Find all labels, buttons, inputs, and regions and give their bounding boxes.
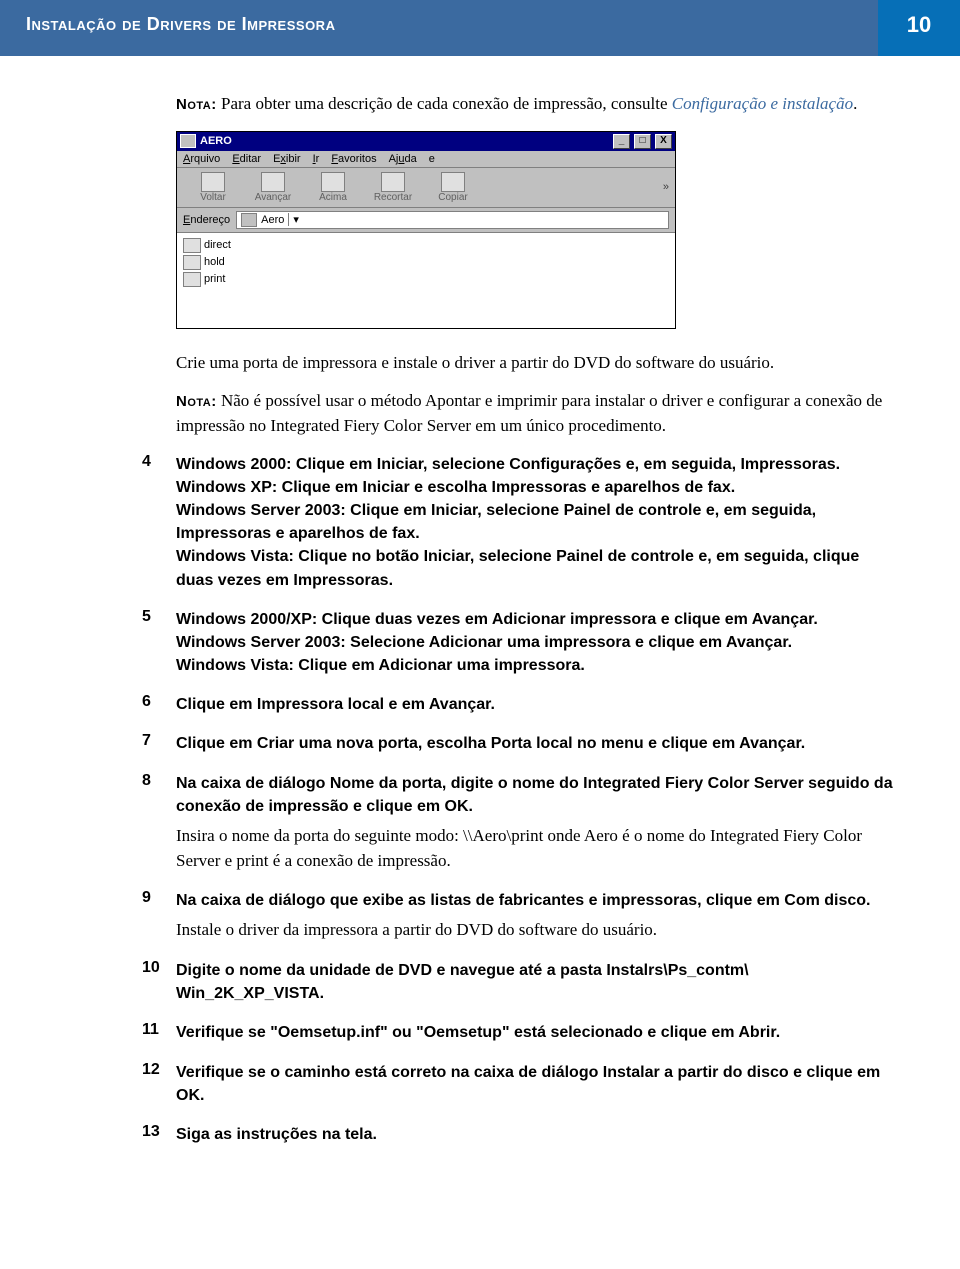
step-8: Na caixa de diálogo Nome da porta, digit…	[176, 772, 900, 874]
step-list: Windows 2000: Clique em Iniciar, selecio…	[176, 453, 900, 1147]
menu-favoritos[interactable]: Favoritos	[331, 153, 376, 165]
toolbar-up-button[interactable]: Acima	[303, 172, 363, 203]
printer-icon	[183, 255, 201, 270]
close-button[interactable]: X	[655, 134, 672, 149]
step-12: Verifique se o caminho está correto na c…	[176, 1061, 900, 1107]
step-4: Windows 2000: Clique em Iniciar, selecio…	[176, 453, 900, 592]
file-item[interactable]: print	[183, 271, 669, 288]
address-icon	[241, 213, 257, 227]
address-value: Aero	[261, 214, 284, 226]
step-10: Digite o nome da unidade de DVD e navegu…	[176, 959, 900, 1005]
intro-nota: Nota: Para obter uma descrição de cada c…	[176, 92, 900, 117]
step-9: Na caixa de diálogo que exibe as listas …	[176, 889, 900, 943]
page-content: Nota: Para obter uma descrição de cada c…	[0, 56, 960, 1202]
minimize-button[interactable]: _	[613, 134, 630, 149]
ie-logo-icon: e	[429, 153, 435, 165]
printer-icon	[183, 238, 201, 253]
address-input[interactable]: Aero ▾	[236, 211, 669, 229]
page-header: Instalação de Drivers de Impressora 10	[0, 0, 960, 56]
intro-nota-after: .	[853, 94, 857, 113]
header-title: Instalação de Drivers de Impressora	[0, 0, 878, 56]
menu-arquivo[interactable]: AArquivorquivo	[183, 153, 220, 165]
menu-ajuda[interactable]: Ajuda	[389, 153, 417, 165]
toolbar-forward-button[interactable]: Avançar	[243, 172, 303, 203]
copy-icon	[441, 172, 465, 192]
up-icon	[321, 172, 345, 192]
step-7: Clique em Criar uma nova porta, escolha …	[176, 732, 900, 755]
toolbar-copy-button[interactable]: Copiar	[423, 172, 483, 203]
address-bar: Endereço Aero ▾	[177, 208, 675, 233]
menu-exibir[interactable]: Exibir	[273, 153, 301, 165]
menu-editar[interactable]: Editar	[232, 153, 261, 165]
address-label: Endereço	[183, 214, 230, 226]
intro-nota-before: Para obter uma descrição de cada conexão…	[217, 94, 672, 113]
window-title: AERO	[200, 135, 232, 147]
back-icon	[201, 172, 225, 192]
explorer-window: AERO _ □ X AArquivorquivo Editar Exibir …	[176, 131, 676, 329]
toolbar-cut-button[interactable]: Recortar	[363, 172, 423, 203]
step-13: Siga as instruções na tela.	[176, 1123, 900, 1146]
nota-label: Nota:	[176, 393, 217, 410]
toolbar-back-button[interactable]: Voltar	[183, 172, 243, 203]
after-image-text: Crie uma porta de impressora e instale o…	[176, 351, 900, 376]
menu-ir[interactable]: Ir	[313, 153, 320, 165]
nota-2: Nota: Não é possível usar o método Apont…	[176, 389, 900, 438]
toolbar: Voltar Avançar Acima Recortar Copiar »	[177, 168, 675, 208]
printer-icon	[183, 272, 201, 287]
step-5: Windows 2000/XP: Clique duas vezes em Ad…	[176, 608, 900, 678]
file-item[interactable]: direct	[183, 237, 669, 254]
toolbar-more-icon[interactable]: »	[663, 181, 669, 193]
nota-label: Nota:	[176, 96, 217, 113]
nota-2-text: Não é possível usar o método Apontar e i…	[176, 391, 882, 435]
file-item[interactable]: hold	[183, 254, 669, 271]
window-icon	[180, 134, 196, 148]
cut-icon	[381, 172, 405, 192]
intro-nota-ref: Configuração e instalação	[672, 94, 853, 113]
header-page-number: 10	[878, 0, 960, 56]
file-pane: direct hold print	[177, 233, 675, 328]
step-6: Clique em Impressora local e em Avançar.	[176, 693, 900, 716]
menu-bar: AArquivorquivo Editar Exibir Ir Favorito…	[177, 151, 675, 168]
address-dropdown-icon[interactable]: ▾	[288, 213, 303, 226]
forward-icon	[261, 172, 285, 192]
maximize-button[interactable]: □	[634, 134, 651, 149]
step-11: Verifique se "Oemsetup.inf" ou "Oemsetup…	[176, 1021, 900, 1044]
window-titlebar: AERO _ □ X	[177, 132, 675, 151]
